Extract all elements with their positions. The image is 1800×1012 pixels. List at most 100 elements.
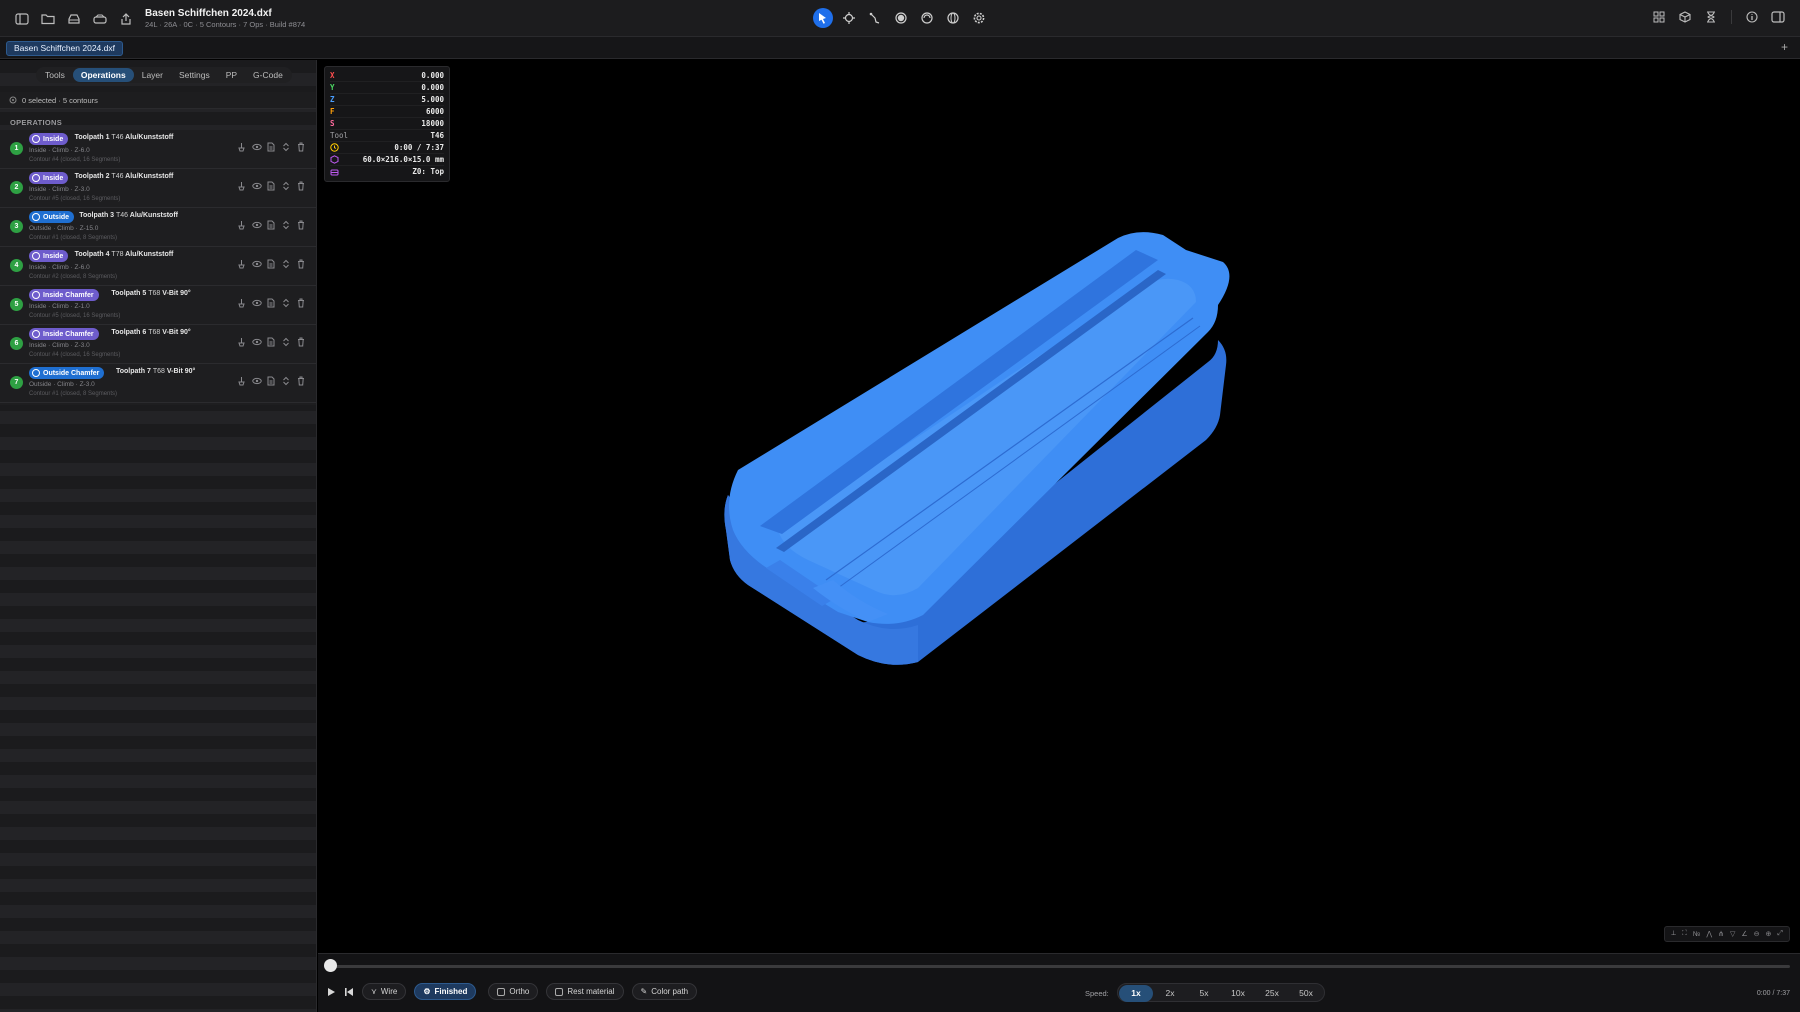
reorder-icon[interactable] <box>282 337 291 347</box>
operation-row[interactable]: 1 Inside Toolpath 1 T46 Alu/Kunststoff I… <box>0 130 316 169</box>
shade-sphere-icon[interactable] <box>891 8 911 28</box>
speed-option[interactable]: 25x <box>1255 985 1289 1002</box>
operation-row[interactable]: 5 Inside Chamfer Toolpath 5 T68 V-Bit 90… <box>0 286 316 325</box>
trash-icon[interactable] <box>297 337 306 347</box>
speed-option[interactable]: 5x <box>1187 985 1221 1002</box>
speed-option[interactable]: 50x <box>1289 985 1323 1002</box>
share-icon[interactable] <box>118 12 134 26</box>
angle-icon[interactable]: ∠ <box>1741 930 1747 938</box>
eye-icon[interactable] <box>252 142 262 152</box>
tool-icon[interactable] <box>237 376 246 386</box>
trash-icon[interactable] <box>297 181 306 191</box>
file-tab[interactable]: Basen Schiffchen 2024.dxf <box>6 41 123 56</box>
tab-layer[interactable]: Layer <box>134 68 171 82</box>
open-folder-icon[interactable] <box>40 12 56 26</box>
add-tab-button[interactable]: + <box>1781 40 1788 54</box>
document-icon[interactable] <box>267 220 276 230</box>
operation-row[interactable]: 7 Outside Chamfer Toolpath 7 T68 V-Bit 9… <box>0 364 316 403</box>
reorder-icon[interactable] <box>282 298 291 308</box>
eye-icon[interactable] <box>252 337 262 347</box>
hourglass-icon[interactable] <box>1703 10 1719 24</box>
fit-view-icon[interactable]: ⤢ <box>1777 930 1783 938</box>
tent-icon[interactable]: ⋀ <box>1706 930 1712 938</box>
operation-row[interactable]: 3 Outside Toolpath 3 T46 Alu/Kunststoff … <box>0 208 316 247</box>
drive-icon[interactable] <box>92 12 108 26</box>
gear-icon[interactable] <box>969 8 989 28</box>
trash-icon[interactable] <box>297 298 306 308</box>
color-path-toggle[interactable]: ✎ Color path <box>631 983 698 1000</box>
tab-tools[interactable]: Tools <box>37 68 73 82</box>
select-tool-icon[interactable] <box>813 8 833 28</box>
ortho-toggle[interactable]: Ortho <box>488 983 539 1000</box>
document-icon[interactable] <box>267 181 276 191</box>
reorder-icon[interactable] <box>282 181 291 191</box>
reorder-icon[interactable] <box>282 259 291 269</box>
info-icon[interactable] <box>1744 10 1760 24</box>
document-icon[interactable] <box>267 376 276 386</box>
operation-row[interactable]: 2 Inside Toolpath 2 T46 Alu/Kunststoff I… <box>0 169 316 208</box>
rest-material-toggle[interactable]: Rest material <box>546 983 624 1000</box>
speed-option[interactable]: 10x <box>1221 985 1255 1002</box>
tab-settings[interactable]: Settings <box>171 68 218 82</box>
grid-icon[interactable] <box>1651 10 1667 24</box>
operation-name[interactable]: Toolpath 3 T46 Alu/Kunststoff <box>79 212 178 219</box>
tool-icon[interactable] <box>237 181 246 191</box>
tool-icon[interactable] <box>237 259 246 269</box>
sidebar-toggle-icon[interactable] <box>14 12 30 26</box>
right-panel-toggle-icon[interactable] <box>1770 10 1786 24</box>
eye-icon[interactable] <box>252 181 262 191</box>
operation-name[interactable]: Toolpath 2 T46 Alu/Kunststoff <box>75 173 174 180</box>
reorder-icon[interactable] <box>282 142 291 152</box>
tool-icon[interactable] <box>237 298 246 308</box>
axes-icon[interactable]: ⟂ <box>1671 930 1676 938</box>
orbit-icon[interactable] <box>917 8 937 28</box>
operation-name[interactable]: Toolpath 7 T68 V-Bit 90° <box>116 368 195 375</box>
document-icon[interactable] <box>267 142 276 152</box>
operation-row[interactable]: 6 Inside Chamfer Toolpath 6 T68 V-Bit 90… <box>0 325 316 364</box>
speed-option[interactable]: 2x <box>1153 985 1187 1002</box>
operation-name[interactable]: Toolpath 6 T68 V-Bit 90° <box>111 329 190 336</box>
wire-toggle[interactable]: ⋎ Wire <box>362 983 407 1000</box>
operation-name[interactable]: Toolpath 4 T78 Alu/Kunststoff <box>75 251 174 258</box>
eye-icon[interactable] <box>252 298 262 308</box>
tool-icon[interactable] <box>237 337 246 347</box>
workpiece-model[interactable] <box>718 230 1458 740</box>
cube-icon[interactable] <box>1677 10 1693 24</box>
3d-viewport[interactable]: X 0.000 Y 0.000 Z 5.000 F 6000 S 18000 Tool T4… <box>318 60 1800 953</box>
half-sphere-icon[interactable] <box>943 8 963 28</box>
funnel-icon[interactable]: ▽ <box>1730 930 1735 938</box>
operation-name[interactable]: Toolpath 5 T68 V-Bit 90° <box>111 290 190 297</box>
trash-icon[interactable] <box>297 376 306 386</box>
progress-knob[interactable] <box>324 959 337 972</box>
document-icon[interactable] <box>267 337 276 347</box>
zoom-out-icon[interactable]: ⊖ <box>1754 930 1760 938</box>
trash-icon[interactable] <box>297 142 306 152</box>
tab-operations[interactable]: Operations <box>72 68 134 82</box>
tool-icon[interactable] <box>237 142 246 152</box>
eye-icon[interactable] <box>252 220 262 230</box>
frame-icon[interactable]: ⛶ <box>1682 930 1687 938</box>
crosshair-icon[interactable] <box>839 8 859 28</box>
tab-gcode[interactable]: G-Code <box>245 68 291 82</box>
progress-track[interactable] <box>330 965 1790 968</box>
reorder-icon[interactable] <box>282 220 291 230</box>
eye-icon[interactable] <box>252 259 262 269</box>
fan-icon[interactable]: ⋔ <box>1718 930 1724 938</box>
zoom-in-icon[interactable]: ⊕ <box>1766 930 1772 938</box>
document-icon[interactable] <box>267 259 276 269</box>
finished-toggle[interactable]: ⚙ Finished <box>414 983 477 1000</box>
tab-pp[interactable]: PP <box>218 68 245 82</box>
document-icon[interactable] <box>267 298 276 308</box>
numero-icon[interactable]: № <box>1693 931 1701 938</box>
play-icon[interactable] <box>327 987 336 997</box>
operation-name[interactable]: Toolpath 1 T46 Alu/Kunststoff <box>75 134 174 141</box>
skip-back-icon[interactable] <box>344 987 354 997</box>
trash-icon[interactable] <box>297 259 306 269</box>
operation-row[interactable]: 4 Inside Toolpath 4 T78 Alu/Kunststoff I… <box>0 247 316 286</box>
tool-icon[interactable] <box>237 220 246 230</box>
save-icon[interactable] <box>66 12 82 26</box>
reorder-icon[interactable] <box>282 376 291 386</box>
eye-icon[interactable] <box>252 376 262 386</box>
trash-icon[interactable] <box>297 220 306 230</box>
speed-option[interactable]: 1x <box>1119 985 1153 1002</box>
